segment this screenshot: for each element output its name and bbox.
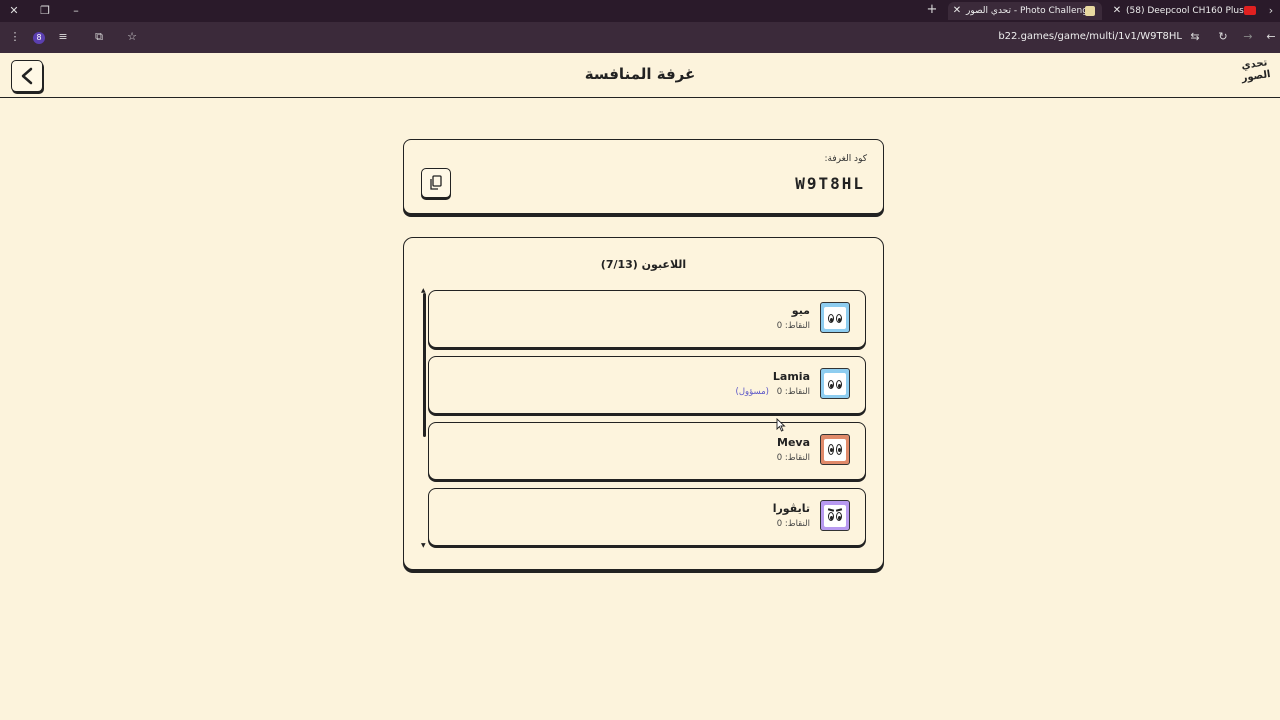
chevron-left-icon [21, 67, 33, 85]
player-score: النقاط: 0 [776, 519, 810, 529]
back-button[interactable] [11, 60, 43, 92]
player-score: النقاط: 0 [776, 453, 810, 463]
window-minimize-icon[interactable]: – [68, 3, 84, 19]
window-restore-icon[interactable]: ❐ [37, 3, 53, 19]
tab-title: (58) Deepcool CH160 Plus mATX [1126, 6, 1246, 16]
tab-favicon-icon [1085, 6, 1095, 16]
player-name: Lamia [772, 370, 810, 383]
scroll-down-icon[interactable]: ▼ [421, 542, 426, 549]
window-close-icon[interactable]: ✕ [6, 3, 22, 19]
player-row[interactable]: تايڤورا النقاط: 0 [428, 488, 866, 546]
extensions-puzzle-icon[interactable]: ⧉ [92, 30, 106, 44]
player-avatar-icon [820, 368, 850, 399]
new-tab-button[interactable]: + [925, 2, 939, 18]
player-avatar-icon [820, 434, 850, 465]
back-arrow-icon[interactable]: ← [1264, 30, 1278, 44]
menu-dots-icon[interactable]: ⋮ [8, 30, 22, 44]
players-scrollbar[interactable]: ▲ ▼ [421, 287, 427, 549]
app-logo[interactable]: تحدي الصور [1236, 57, 1276, 96]
app-header: غرفة المنافسة تحدي الصور [0, 53, 1280, 98]
player-name: Meva [777, 436, 810, 449]
bookmark-star-icon[interactable]: ☆ [125, 30, 139, 44]
tab-close-icon[interactable]: ✕ [952, 2, 962, 20]
player-avatar-icon [820, 500, 850, 531]
scroll-thumb[interactable] [423, 293, 426, 437]
browser-tabbar: ✕ ❐ – + ✕ تحدي الصور - Photo Challenge ✕ (… [0, 0, 1280, 22]
player-row[interactable]: Lamia النقاط: 0 (مسؤول) [428, 356, 866, 414]
player-score: النقاط: 0 [776, 387, 810, 397]
players-title: اللاعبون (7/13) [600, 258, 687, 271]
youtube-favicon-icon [1244, 6, 1256, 15]
mouse-cursor-icon [776, 418, 786, 432]
page-title: غرفة المنافسة [584, 65, 696, 83]
room-code-card: كود الغرفة: W9T8HL [403, 139, 884, 214]
player-row[interactable]: Meva النقاط: 0 [428, 422, 866, 480]
tab-close-icon[interactable]: ✕ [1112, 2, 1122, 20]
player-name: ميو [791, 304, 810, 317]
players-card: اللاعبون (7/13) ▲ ▼ ميو النقاط: 0 Lamia … [403, 237, 884, 570]
browser-addressbar: ⋮ 8 ≡ ⧉ ☆ b22.games/game/multi/1v1/W9T8H… [0, 22, 1280, 53]
room-code-label: كود الغرفة: [824, 154, 867, 164]
media-controls-icon[interactable]: ≡ [56, 30, 70, 44]
reload-icon[interactable]: ↻ [1216, 30, 1230, 44]
player-row[interactable]: ميو النقاط: 0 [428, 290, 866, 348]
tab-photo-challenge[interactable]: ✕ تحدي الصور - Photo Challenge [948, 2, 1102, 20]
url-text[interactable]: b22.games/game/multi/1v1/W9T8HL [960, 30, 1182, 44]
room-code-value: W9T8HL [795, 174, 865, 193]
copy-code-button[interactable] [421, 168, 451, 198]
forward-arrow-icon[interactable]: → [1241, 30, 1255, 44]
tab-deepcool[interactable]: ✕ (58) Deepcool CH160 Plus mATX [1108, 2, 1246, 20]
site-settings-icon[interactable]: ⇆ [1188, 30, 1202, 44]
player-name: تايڤورا [772, 502, 810, 515]
copy-icon [430, 175, 442, 190]
tab-title: تحدي الصور - Photo Challenge [966, 6, 1094, 16]
player-score: النقاط: 0 [776, 321, 810, 331]
extension-icon[interactable]: 8 [33, 32, 45, 44]
tab-overflow-chevron-icon[interactable]: › [1263, 3, 1279, 19]
player-avatar-icon [820, 302, 850, 333]
player-role-badge: (مسؤول) [735, 387, 769, 397]
